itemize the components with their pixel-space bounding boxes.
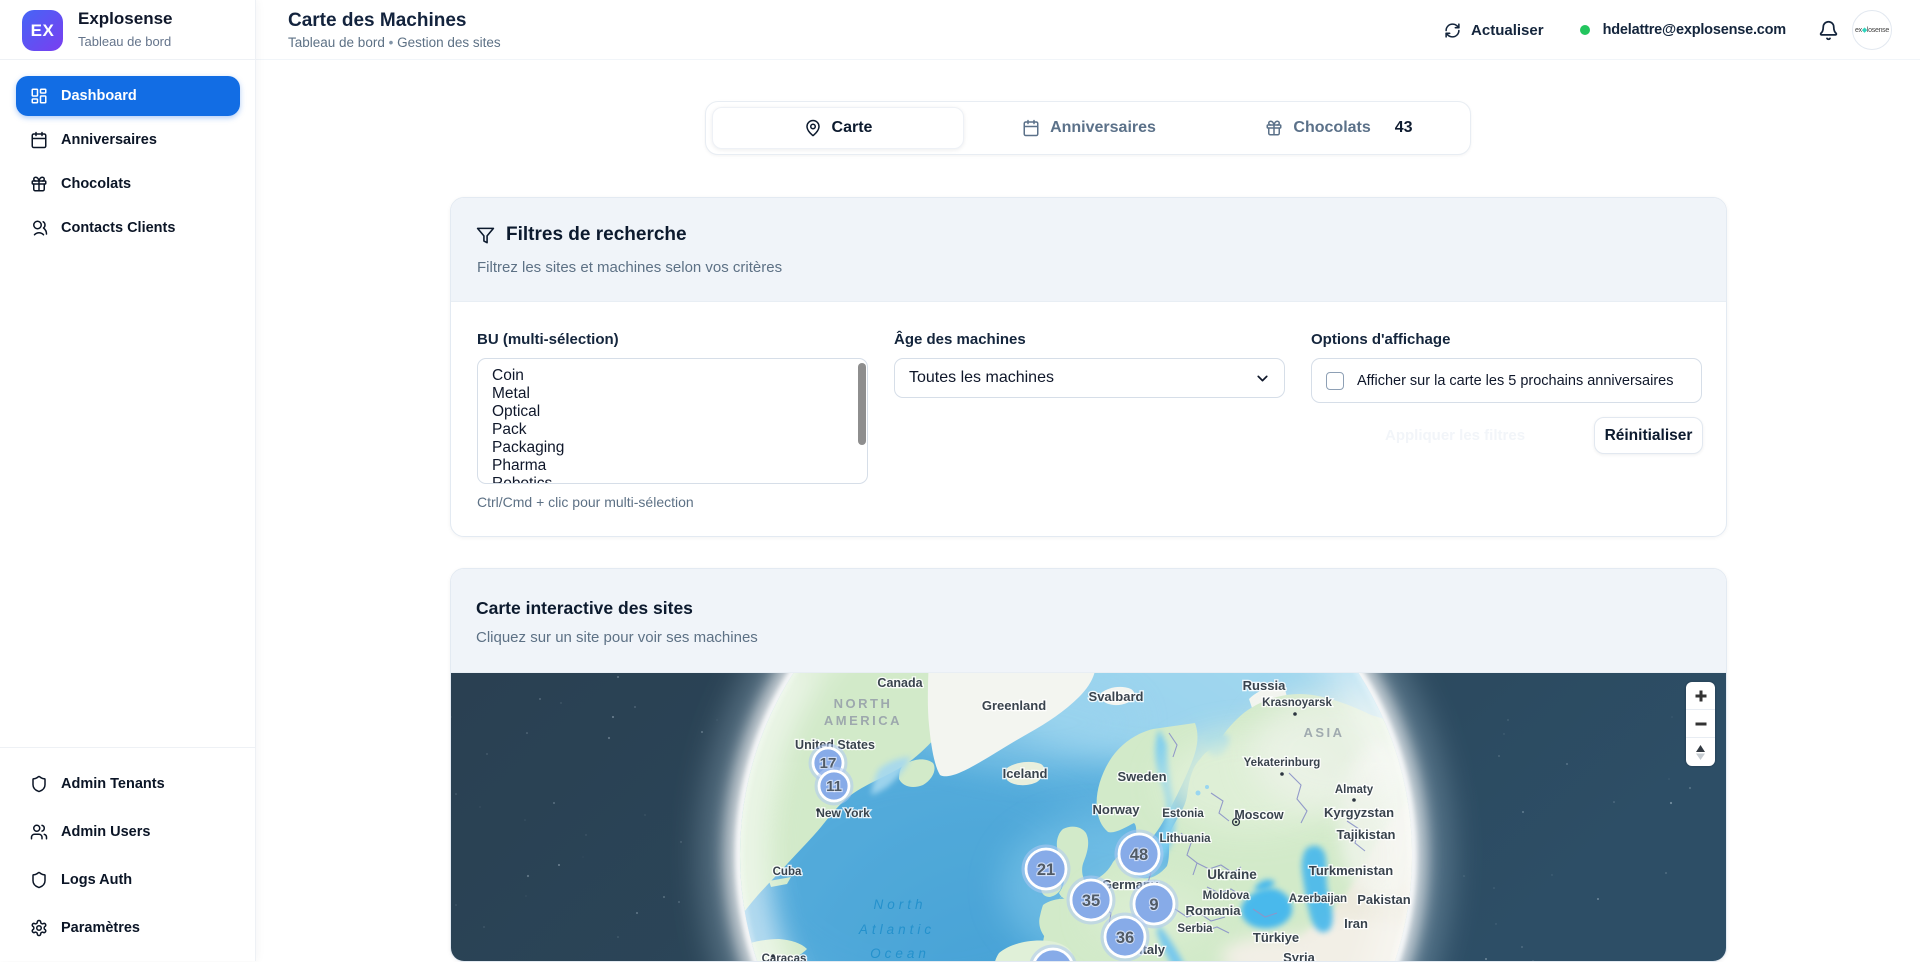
svg-text:North: North xyxy=(873,897,926,912)
svg-text:Russia: Russia xyxy=(1243,678,1286,693)
svg-text:Lithuania: Lithuania xyxy=(1159,833,1211,845)
svg-text:Serbia: Serbia xyxy=(1177,923,1213,935)
svg-text:Estonia: Estonia xyxy=(1162,808,1204,820)
svg-text:ASIA: ASIA xyxy=(1303,725,1344,740)
svg-text:Moldova: Moldova xyxy=(1203,890,1250,902)
svg-text:Iran: Iran xyxy=(1344,916,1368,931)
svg-text:Iceland: Iceland xyxy=(1003,766,1048,781)
svg-text:Türkiye: Türkiye xyxy=(1253,930,1299,945)
svg-text:Ukraine: Ukraine xyxy=(1207,867,1257,882)
svg-text:Greenland: Greenland xyxy=(982,698,1046,713)
svg-text:Pakistan: Pakistan xyxy=(1357,892,1411,907)
svg-text:Tajikistan: Tajikistan xyxy=(1336,827,1395,842)
svg-text:Canada: Canada xyxy=(877,676,923,690)
svg-text:Norway: Norway xyxy=(1093,802,1141,817)
svg-text:NORTH: NORTH xyxy=(834,696,893,711)
svg-text:Turkmenistan: Turkmenistan xyxy=(1309,863,1393,878)
svg-text:Romania: Romania xyxy=(1186,903,1242,918)
svg-text:Kyrgyzstan: Kyrgyzstan xyxy=(1324,805,1394,820)
svg-text:Atlantic: Atlantic xyxy=(858,922,935,937)
svg-text:Cuba: Cuba xyxy=(773,866,802,878)
svg-text:Almaty: Almaty xyxy=(1335,784,1374,796)
svg-text:Moscow: Moscow xyxy=(1234,808,1284,822)
svg-text:35: 35 xyxy=(1082,892,1100,910)
svg-text:Yekaterinburg: Yekaterinburg xyxy=(1244,757,1321,769)
svg-text:36: 36 xyxy=(1116,929,1134,947)
svg-text:Ocean: Ocean xyxy=(870,946,930,961)
svg-text:Azerbaijan: Azerbaijan xyxy=(1289,893,1347,905)
svg-text:AMERICA: AMERICA xyxy=(824,713,902,728)
svg-text:21: 21 xyxy=(1037,861,1055,879)
svg-text:New York: New York xyxy=(816,806,870,820)
svg-text:Syria: Syria xyxy=(1283,950,1316,962)
svg-text:Svalbard: Svalbard xyxy=(1089,689,1144,704)
svg-text:48: 48 xyxy=(1130,846,1148,864)
svg-text:11: 11 xyxy=(826,778,842,795)
svg-text:9: 9 xyxy=(1149,896,1158,914)
svg-text:Krasnoyarsk: Krasnoyarsk xyxy=(1262,697,1332,709)
svg-text:Sweden: Sweden xyxy=(1117,769,1166,784)
